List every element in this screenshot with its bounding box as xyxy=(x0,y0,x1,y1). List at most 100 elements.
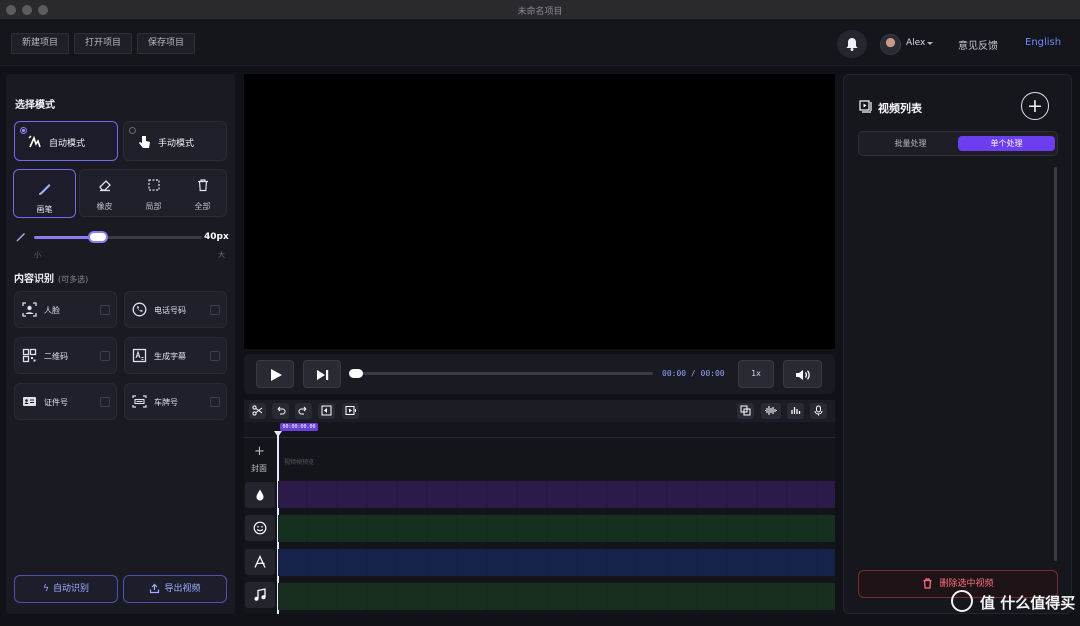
auto-detect-button[interactable]: ϟ 自动识别 xyxy=(14,575,118,603)
face-checkbox[interactable] xyxy=(100,305,110,315)
trash-icon xyxy=(198,179,208,192)
brush-label: 画笔 xyxy=(36,205,53,214)
qrcode-option[interactable]: 二维码 xyxy=(14,337,117,374)
window-titlebar: 未命名项目 xyxy=(0,0,1080,20)
video-list-scrollbar[interactable] xyxy=(1054,167,1057,561)
qrcode-label: 二维码 xyxy=(44,352,68,361)
cut-button[interactable] xyxy=(249,403,266,419)
partial-label: 局部 xyxy=(145,202,162,211)
phone-option[interactable]: 电话号码 xyxy=(124,291,227,328)
brush-icon xyxy=(38,184,51,196)
brush-size-thumb[interactable] xyxy=(89,233,106,241)
brush-size-icon xyxy=(16,233,25,242)
face-track-icon[interactable] xyxy=(245,515,275,541)
audio-wave-button[interactable] xyxy=(761,403,781,419)
music-note-icon xyxy=(254,588,266,601)
user-name[interactable]: Alex xyxy=(906,38,925,48)
new-project-button[interactable]: 新建项目 xyxy=(11,33,70,54)
split-button[interactable] xyxy=(318,403,335,419)
id-number-checkbox[interactable] xyxy=(100,397,110,407)
subtitle-checkbox[interactable] xyxy=(210,351,220,361)
text-track[interactable] xyxy=(278,549,835,576)
timeline-toolbar xyxy=(244,400,835,422)
cover-label: 封面 xyxy=(251,464,267,473)
auto-wand-icon xyxy=(28,135,41,148)
content-section-title: 内容识别 (可多选) xyxy=(14,270,88,285)
license-plate-option[interactable]: 车牌号 xyxy=(124,383,227,420)
qrcode-checkbox[interactable] xyxy=(100,351,110,361)
redo-button[interactable] xyxy=(295,403,312,419)
brush-size-slider[interactable] xyxy=(34,233,202,241)
notification-button[interactable] xyxy=(837,30,867,58)
phone-checkbox[interactable] xyxy=(210,305,220,315)
voice-button[interactable] xyxy=(810,403,827,419)
license-plate-checkbox[interactable] xyxy=(210,397,220,407)
eraser-label: 橡皮 xyxy=(96,202,113,211)
right-panel: 视频列表 + 批量处理 单个处理 删除选中视频 xyxy=(843,74,1072,614)
left-panel: 选择模式 自动模式 手动模式 画笔 橡皮 局部 全部 40px 小 大 内容识别… xyxy=(6,74,235,614)
progress-thumb[interactable] xyxy=(349,369,363,378)
undo-button[interactable] xyxy=(272,403,289,419)
user-avatar[interactable] xyxy=(880,34,901,55)
video-list-title: 视频列表 xyxy=(878,102,922,115)
ai-subtitle-button[interactable] xyxy=(737,403,754,419)
brush-tool[interactable]: 画笔 xyxy=(13,169,76,218)
auto-mode-option[interactable]: 自动模式 xyxy=(14,121,118,161)
chevron-down-icon[interactable] xyxy=(927,42,933,45)
language-switch[interactable]: English xyxy=(1025,37,1061,48)
progress-bar[interactable] xyxy=(349,369,653,378)
preview-clip-button[interactable] xyxy=(342,403,359,419)
phone-label: 电话号码 xyxy=(154,306,186,315)
open-project-button[interactable]: 打开项目 xyxy=(74,33,133,54)
redo-icon xyxy=(298,406,307,415)
volume-button[interactable] xyxy=(783,360,822,388)
qrcode-icon xyxy=(22,348,37,363)
single-processing-tab[interactable]: 单个处理 xyxy=(958,136,1055,151)
clear-all-tool[interactable]: 全部 xyxy=(178,170,227,216)
content-subtitle: (可多选) xyxy=(58,275,89,284)
text-track-icon[interactable] xyxy=(245,549,275,575)
face-track[interactable] xyxy=(278,515,835,542)
blur-track-icon[interactable] xyxy=(245,482,275,508)
mode-section-title: 选择模式 xyxy=(15,100,55,111)
face-option[interactable]: 人脸 xyxy=(14,291,117,328)
feedback-link[interactable]: 意见反馈 xyxy=(958,37,998,52)
partial-tool[interactable]: 局部 xyxy=(129,170,178,216)
watermark-text: 值 什么值得买 xyxy=(980,594,1076,612)
save-project-button[interactable]: 保存项目 xyxy=(137,33,196,54)
music-track-icon[interactable] xyxy=(245,582,275,608)
tool-group: 橡皮 局部 全部 xyxy=(79,169,227,217)
timeline-ruler[interactable] xyxy=(244,422,835,438)
processing-mode-switch: 批量处理 单个处理 xyxy=(858,131,1058,156)
face-icon xyxy=(22,302,37,317)
id-number-option[interactable]: 证件号 xyxy=(14,383,117,420)
cover-button[interactable]: + 封面 xyxy=(248,442,272,476)
music-track[interactable] xyxy=(278,583,835,610)
radio-selected xyxy=(20,127,27,134)
frame-preview-hint: 视频帧预览 xyxy=(284,459,315,466)
next-frame-button[interactable] xyxy=(303,360,341,388)
radio-unselected xyxy=(129,127,136,134)
export-video-button[interactable]: 导出视频 xyxy=(123,575,227,603)
video-preview[interactable] xyxy=(244,74,835,349)
audio-settings-button[interactable] xyxy=(787,403,804,419)
hand-pointer-icon xyxy=(139,136,150,148)
export-icon xyxy=(150,583,160,594)
add-video-button[interactable]: + xyxy=(1021,92,1049,120)
blur-track[interactable] xyxy=(278,481,835,508)
speed-button[interactable]: 1x xyxy=(738,360,774,388)
subtitle-option[interactable]: 生成字幕 xyxy=(124,337,227,374)
id-card-icon xyxy=(23,397,36,406)
video-list-icon xyxy=(859,100,872,113)
subtitle-ai-icon xyxy=(740,405,751,416)
export-video-label: 导出视频 xyxy=(164,584,201,594)
player-controls: 00:00 / 00:00 1x xyxy=(244,354,835,394)
play-icon xyxy=(271,369,282,381)
lightning-icon: ϟ xyxy=(43,584,49,594)
batch-processing-tab[interactable]: 批量处理 xyxy=(862,136,959,151)
manual-mode-option[interactable]: 手动模式 xyxy=(123,121,227,161)
phone-icon xyxy=(132,302,147,317)
eraser-tool[interactable]: 橡皮 xyxy=(80,170,129,216)
play-button[interactable] xyxy=(256,360,294,388)
brush-size-min: 小 xyxy=(34,251,41,259)
